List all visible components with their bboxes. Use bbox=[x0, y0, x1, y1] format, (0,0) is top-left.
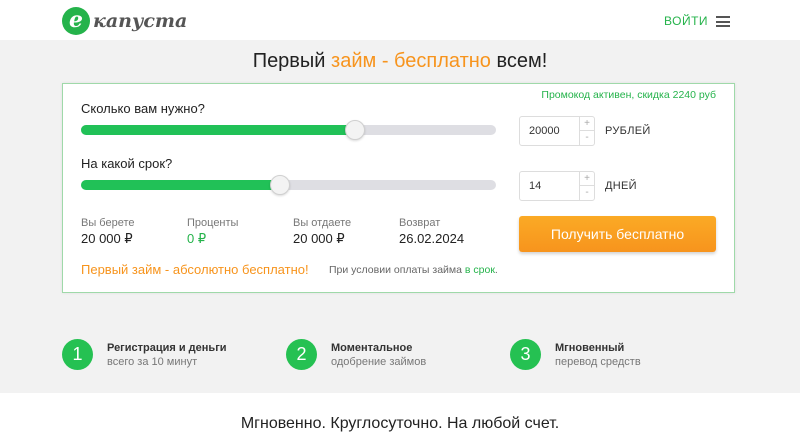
term-stepper[interactable]: 14 + - bbox=[519, 171, 595, 201]
logo-text: капуста bbox=[93, 10, 188, 32]
term-slider[interactable] bbox=[81, 175, 496, 195]
stat-label: Возврат bbox=[399, 217, 441, 229]
condition-note: При условии оплаты займа в срок. bbox=[329, 264, 498, 276]
feature-subtitle: перевод средств bbox=[555, 355, 641, 368]
headline-part2: всем! bbox=[490, 50, 548, 72]
term-decrement-button[interactable]: - bbox=[579, 186, 594, 200]
loan-calculator: Промокод активен, скидка 2240 руб Скольк… bbox=[62, 83, 735, 293]
login-link[interactable]: ВОЙТИ bbox=[664, 14, 708, 28]
feature-title: Моментальное bbox=[331, 341, 413, 354]
feature-title: Мгновенный bbox=[555, 341, 625, 354]
stat-borrow: Вы берете 20 000 ₽ bbox=[81, 217, 135, 247]
feature-title: Регистрация и деньги bbox=[107, 341, 227, 354]
free-loan-note: Первый займ - абсолютно бесплатно! bbox=[81, 262, 309, 277]
logo-mark: е bbox=[62, 7, 90, 35]
amount-slider-fill bbox=[81, 125, 355, 135]
term-slider-fill bbox=[81, 180, 280, 190]
stat-value: 26.02.2024 bbox=[399, 231, 465, 246]
headline-accent: займ - бесплатно bbox=[331, 50, 491, 72]
hamburger-menu-icon[interactable] bbox=[716, 16, 730, 27]
logo[interactable]: е капуста bbox=[62, 7, 187, 35]
feature-item: 2 Моментальное одобрение займов bbox=[286, 339, 426, 370]
on-time-link[interactable]: в срок bbox=[465, 264, 495, 276]
feature-subtitle: всего за 10 минут bbox=[107, 355, 198, 368]
stat-label: Вы берете bbox=[81, 217, 135, 229]
feature-item: 1 Регистрация и деньги всего за 10 минут bbox=[62, 339, 227, 370]
amount-slider[interactable] bbox=[81, 120, 496, 140]
term-increment-button[interactable]: + bbox=[579, 172, 594, 186]
amount-decrement-button[interactable]: - bbox=[579, 131, 594, 145]
header: е капуста ВОЙТИ bbox=[0, 0, 800, 40]
condition-text: При условии оплаты займа bbox=[329, 264, 465, 276]
stat-label: Проценты bbox=[187, 217, 239, 229]
term-question: На какой срок? bbox=[81, 156, 173, 171]
term-slider-handle[interactable] bbox=[270, 175, 290, 195]
amount-slider-handle[interactable] bbox=[345, 120, 365, 140]
stat-label: Вы отдаете bbox=[293, 217, 352, 229]
term-unit: ДНЕЙ bbox=[605, 180, 637, 192]
page-title: Первый займ - бесплатно всем! bbox=[0, 50, 800, 73]
feature-subtitle: одобрение займов bbox=[331, 355, 427, 368]
get-free-loan-button[interactable]: Получить бесплатно bbox=[519, 216, 716, 252]
stat-value: 20 000 ₽ bbox=[81, 231, 133, 246]
stat-return-date: Возврат 26.02.2024 bbox=[399, 217, 464, 246]
step-number-badge: 2 bbox=[286, 339, 317, 370]
amount-unit: РУБЛЕЙ bbox=[605, 125, 651, 137]
step-number-badge: 3 bbox=[510, 339, 541, 370]
stat-interest: Проценты 0 ₽ bbox=[187, 217, 238, 247]
amount-question: Сколько вам нужно? bbox=[81, 101, 205, 116]
bottom-tagline: Мгновенно. Круглосуточно. На любой счет. bbox=[240, 415, 560, 432]
step-number-badge: 1 bbox=[62, 339, 93, 370]
stat-value: 20 000 ₽ bbox=[293, 231, 345, 246]
feature-item: 3 Мгновенный перевод средств bbox=[510, 339, 641, 370]
amount-increment-button[interactable]: + bbox=[579, 117, 594, 131]
amount-input[interactable]: 20000 bbox=[529, 125, 560, 137]
stat-value: 0 ₽ bbox=[187, 231, 207, 246]
amount-stepper[interactable]: 20000 + - bbox=[519, 116, 595, 146]
bottom-banner: Мгновенно. Круглосуточно. На любой счет. bbox=[0, 393, 800, 445]
stat-repay: Вы отдаете 20 000 ₽ bbox=[293, 217, 351, 247]
term-input[interactable]: 14 bbox=[529, 180, 541, 192]
promo-status: Промокод активен, скидка 2240 руб bbox=[541, 89, 716, 101]
condition-end: . bbox=[494, 264, 498, 276]
headline-part1: Первый bbox=[252, 50, 332, 72]
